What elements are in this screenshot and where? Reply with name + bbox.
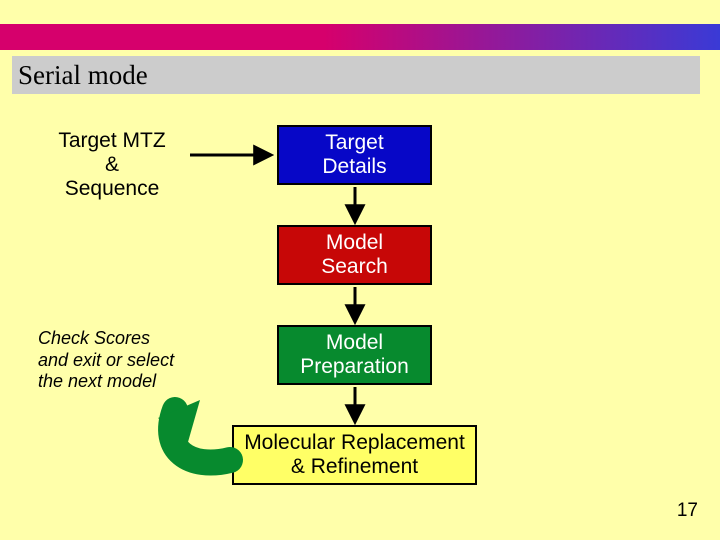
node-target-details: Target Details [277,125,432,185]
section-title-bar: Serial mode [12,56,700,94]
node-model-search: Model Search [277,225,432,285]
node-model-preparation: Model Preparation [277,325,432,385]
loop-arrow-icon [158,400,230,463]
input-label: Target MTZ & Sequence [42,129,182,201]
check-scores-label: Check Scores and exit or select the next… [38,328,208,393]
section-title: Serial mode [18,60,148,91]
node-mr-refinement: Molecular Replacement & Refinement [232,425,477,485]
page-number: 17 [677,500,698,522]
accent-bar [0,24,720,50]
